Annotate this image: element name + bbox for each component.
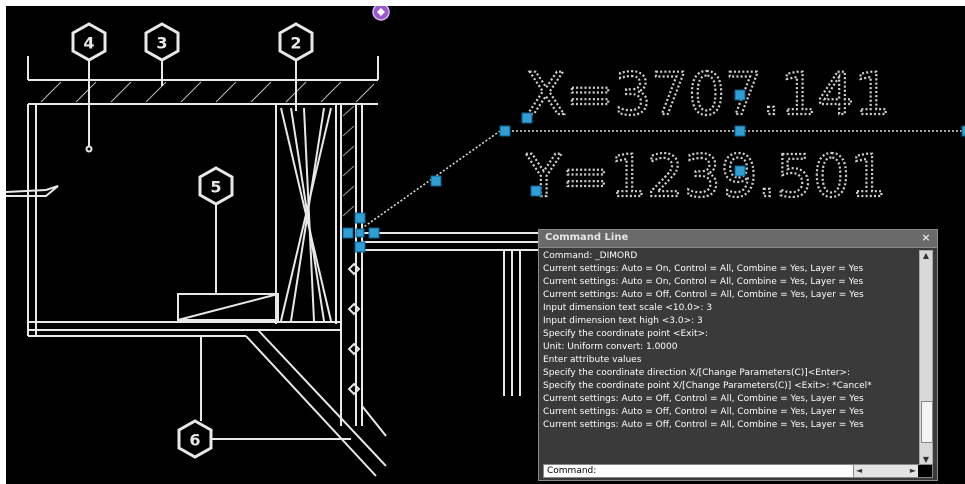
structural-block xyxy=(177,293,279,321)
y-coordinate-label: Y=1239.501 xyxy=(525,142,887,210)
history-line: Input dimension text high <3.0>: 3 xyxy=(543,316,703,326)
drawing-viewport[interactable]: 4 3 2 5 6 X=3707.141 Y=1239.501 Command … xyxy=(0,0,965,484)
svg-text:6: 6 xyxy=(189,431,200,450)
grip-origin-top[interactable] xyxy=(354,212,366,224)
scrollbar-thumb[interactable] xyxy=(921,401,933,443)
grip-text-anchor[interactable] xyxy=(530,185,542,197)
break-line-symbol xyxy=(6,185,59,197)
history-line: Current settings: Auto = Off, Control = … xyxy=(543,290,864,300)
close-icon[interactable]: × xyxy=(919,231,933,245)
command-line-titlebar[interactable]: Command Line × xyxy=(539,230,937,248)
history-line: Current settings: Auto = Off, Control = … xyxy=(543,420,864,430)
grip-text-y[interactable] xyxy=(734,165,746,177)
input-end-cap xyxy=(918,465,932,477)
left-wall xyxy=(27,104,37,336)
balcony-slab xyxy=(362,232,538,396)
svg-text:2: 2 xyxy=(290,34,301,53)
history-line: Specify the coordinate point X/[Change P… xyxy=(543,381,872,391)
history-line: Enter attribute values xyxy=(543,355,642,365)
command-history: Command: _DIMORD Current settings: Auto … xyxy=(543,250,909,466)
callout-bubble-4: 4 xyxy=(71,22,107,62)
callout-bubble-2: 2 xyxy=(278,22,314,62)
callout-bubble-6: 6 xyxy=(177,419,213,459)
history-line: Command: _DIMORD xyxy=(543,251,638,261)
callout-bubble-3: 3 xyxy=(144,22,180,62)
ucs-icon[interactable] xyxy=(372,6,390,21)
grip-origin-right[interactable] xyxy=(368,227,380,239)
svg-text:3: 3 xyxy=(156,34,167,53)
grip-text-x[interactable] xyxy=(734,89,746,101)
x-coordinate-label: X=3707.141 xyxy=(526,60,891,128)
svg-text:4: 4 xyxy=(83,34,94,53)
callout-bubble-5: 5 xyxy=(198,166,234,206)
scroll-up-arrow-icon[interactable]: ▲ xyxy=(920,251,932,263)
floor-slab xyxy=(28,321,387,477)
svg-text:5: 5 xyxy=(210,178,221,197)
command-input[interactable]: Command: ◄ ► xyxy=(543,464,933,478)
grip-leader-middle[interactable] xyxy=(430,175,442,187)
scroll-left-arrow-icon[interactable]: ◄ xyxy=(856,465,862,477)
command-prompt: Command: xyxy=(547,466,597,476)
command-line-title: Command Line xyxy=(545,232,629,243)
command-input-hscrollbar[interactable]: ◄ ► xyxy=(853,465,918,477)
grip-leader-mid[interactable] xyxy=(734,125,746,137)
slab-hatch xyxy=(40,81,375,103)
history-line: Unit: Uniform convert: 1.0000 xyxy=(543,342,678,352)
history-line: Current settings: Auto = Off, Control = … xyxy=(543,407,864,417)
history-line: Current settings: Auto = On, Control = A… xyxy=(543,277,864,287)
history-line: Input dimension text scale <10.0>: 3 xyxy=(543,303,713,313)
exterior-wall xyxy=(340,104,363,426)
grip-origin-bottom[interactable] xyxy=(354,241,366,253)
grip-leader-bend[interactable] xyxy=(521,112,533,124)
history-line: Specify the coordinate point <Exit>: xyxy=(543,329,709,339)
grip-origin-center[interactable] xyxy=(355,228,365,238)
model-space-canvas[interactable]: 4 3 2 5 6 X=3707.141 Y=1239.501 Command … xyxy=(6,6,965,484)
scroll-right-arrow-icon[interactable]: ► xyxy=(910,465,916,477)
history-line: Current settings: Auto = Off, Control = … xyxy=(543,394,864,404)
grip-origin-left[interactable] xyxy=(342,227,354,239)
command-history-scrollbar[interactable]: ▲ ▼ xyxy=(919,250,933,468)
grip-leader-knee[interactable] xyxy=(499,125,511,137)
command-line-window[interactable]: Command Line × Command: _DIMORD Current … xyxy=(538,229,938,481)
insulation-marks xyxy=(347,262,361,396)
history-line: Specify the coordinate direction X/[Chan… xyxy=(543,368,851,378)
history-line: Current settings: Auto = On, Control = A… xyxy=(543,264,864,274)
wall-hatch xyxy=(342,105,355,217)
insulation-cavity xyxy=(275,104,337,324)
